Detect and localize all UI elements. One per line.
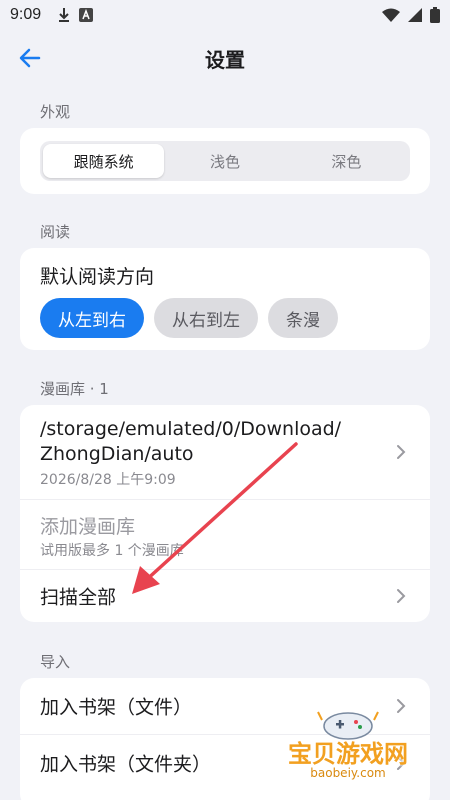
import-card: 加入书架（文件） 加入书架（文件夹） [20,678,430,800]
section-label-import: 导入 [40,653,71,671]
add-shelf-file-row[interactable]: 加入书架（文件） [20,678,430,734]
section-label-appearance: 外观 [40,103,71,121]
library-path: /storage/emulated/0/Download/ ZhongDian/… [40,417,341,467]
status-time: 9:09 [10,6,42,23]
theme-option-dark[interactable]: 深色 [286,144,407,178]
add-library-subtitle: 试用版最多 1 个漫画库 [40,543,184,559]
chevron-right-icon [397,589,406,603]
direction-rtl-chip[interactable]: 从右到左 [154,298,258,338]
chevron-right-icon [397,445,406,459]
scan-all-row[interactable]: 扫描全部 [20,569,430,622]
chevron-right-icon [397,755,406,770]
theme-segmented-control: 跟随系统 浅色 深色 [40,141,410,181]
reading-card: 默认阅读方向 从左到右 从右到左 条漫 [20,248,430,350]
wifi-icon [382,8,400,22]
back-button[interactable] [16,44,44,72]
chevron-right-icon [397,699,406,713]
reading-direction-title: 默认阅读方向 [40,266,155,288]
add-shelf-file-label: 加入书架（文件） [40,696,193,719]
section-label-library: 漫画库 · 1 [40,380,109,398]
download-icon [59,8,70,22]
signal-icon [408,8,422,22]
theme-option-light[interactable]: 浅色 [164,144,285,178]
arrow-left-icon [19,48,41,68]
library-path-row[interactable]: /storage/emulated/0/Download/ ZhongDian/… [20,405,430,499]
add-library-row[interactable]: 添加漫画库 试用版最多 1 个漫画库 [20,499,430,569]
status-bar: 9:09 [0,0,450,30]
battery-icon [430,7,440,23]
add-library-title: 添加漫画库 [40,516,136,538]
library-path-date: 2026/8/28 上午9:09 [40,472,176,488]
theme-option-system[interactable]: 跟随系统 [43,144,165,178]
direction-ltr-chip[interactable]: 从左到右 [40,298,144,338]
app-bar: 设置 [0,30,450,86]
reading-direction-options: 从左到右 从右到左 条漫 [40,298,338,338]
scan-all-label: 扫描全部 [40,586,117,609]
direction-webtoon-chip[interactable]: 条漫 [268,298,338,338]
library-card: /storage/emulated/0/Download/ ZhongDian/… [20,405,430,622]
add-shelf-folder-row[interactable]: 加入书架（文件夹） [20,734,430,790]
section-label-reading: 阅读 [40,223,71,241]
page-title: 设置 [205,47,245,72]
add-shelf-folder-label: 加入书架（文件夹） [40,753,212,775]
library-path-line1: /storage/emulated/0/Download/ [40,418,342,440]
library-path-line2: ZhongDian/auto [40,443,194,465]
appearance-card: 跟随系统 浅色 深色 [20,128,430,194]
a-badge-icon [79,8,94,22]
